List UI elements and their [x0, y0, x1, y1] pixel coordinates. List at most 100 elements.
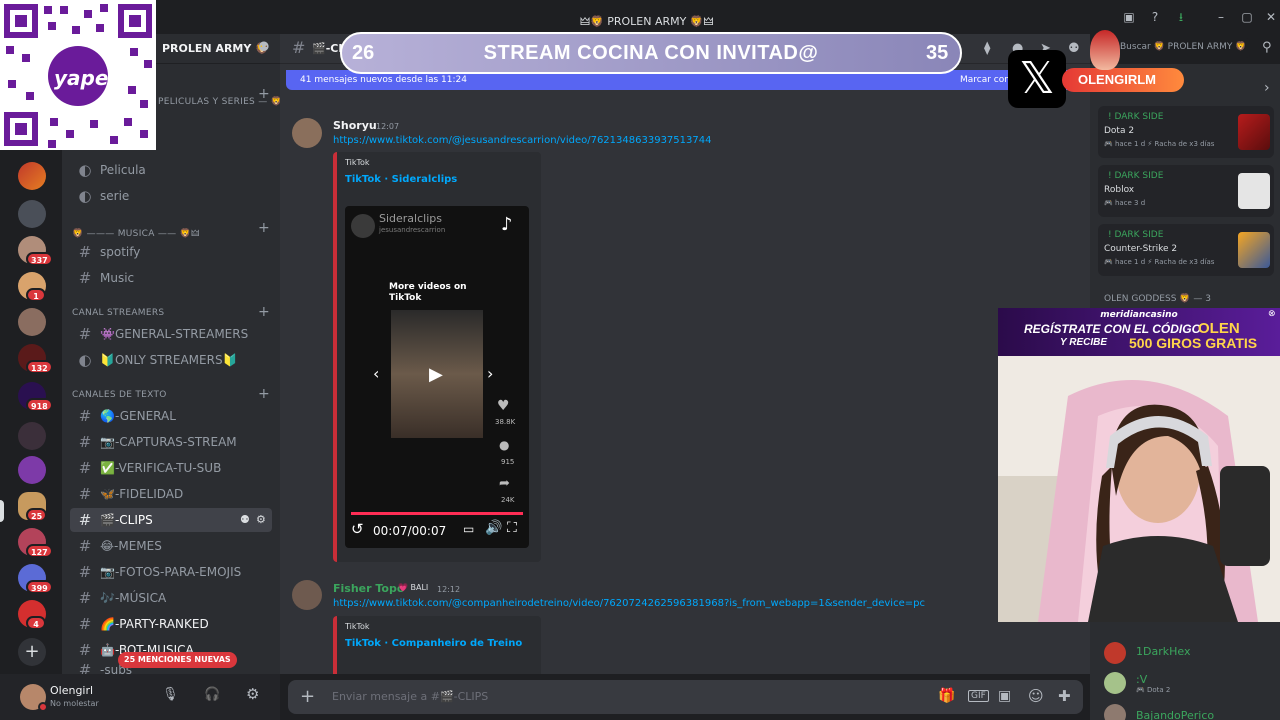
- avatar[interactable]: [1104, 704, 1126, 720]
- members-icon[interactable]: ⚉: [1068, 41, 1080, 56]
- channel-fotos-para-emojis[interactable]: # 📷-FOTOS-PARA-EMOJIS: [70, 560, 272, 584]
- avatar[interactable]: [1104, 672, 1126, 694]
- message-link[interactable]: https://www.tiktok.com/@jesusandrescarri…: [333, 135, 711, 146]
- chevron-right-icon[interactable]: ›: [487, 364, 493, 383]
- channel-verifica-tu-sub[interactable]: # ✅-VERIFICA-TU-SUB: [70, 456, 272, 480]
- plus-icon[interactable]: +: [300, 686, 315, 707]
- tiktok-embed: TikTok TikTok · Companheiro de Treino: [333, 616, 541, 674]
- minimize-icon[interactable]: –: [1214, 10, 1228, 24]
- dnd-status-icon: [38, 702, 48, 712]
- add-channel-icon[interactable]: +: [258, 386, 270, 402]
- channel-memes[interactable]: # 😂-MEMES: [70, 534, 272, 558]
- avatar[interactable]: [292, 118, 322, 148]
- message-author[interactable]: Fisher Topo: [333, 582, 404, 595]
- channel-pelicula[interactable]: ◐ Pelicula: [70, 158, 272, 182]
- server-avatar-6[interactable]: [18, 422, 46, 450]
- share-icon[interactable]: ➦: [499, 476, 510, 491]
- heart-icon[interactable]: ♥: [497, 398, 510, 414]
- help-icon[interactable]: ?: [1148, 10, 1162, 24]
- activity-card[interactable]: ! DARK SIDE Dota 2 🎮 hace 1 d ⚡ Racha de…: [1098, 106, 1274, 158]
- search-icon[interactable]: ⚲: [1262, 40, 1272, 55]
- message-author[interactable]: Shoryu: [333, 119, 377, 132]
- new-messages-text: 41 mensajes nuevos desde las 11:24: [300, 75, 467, 85]
- channel-general[interactable]: # 🌎-GENERAL: [70, 404, 272, 428]
- maximize-icon[interactable]: ▢: [1240, 10, 1254, 24]
- mark-read-button[interactable]: Marcar com: [960, 70, 1013, 90]
- embed-title[interactable]: TikTok · Sideralclips: [345, 174, 457, 185]
- add-channel-icon[interactable]: +: [258, 86, 270, 102]
- discord-window: 🜲🦁 PROLEN ARMY 🦁🜲 ▣ ? ⭳ – ▢ ✕ 337 1 132 …: [0, 0, 1280, 720]
- channel-music[interactable]: # Music: [70, 266, 272, 290]
- role-badge: 💗 BALI: [398, 583, 429, 592]
- play-icon[interactable]: ▶: [429, 364, 443, 385]
- add-server-button[interactable]: +: [18, 638, 46, 666]
- member-name[interactable]: :V: [1136, 673, 1147, 686]
- message-link[interactable]: https://www.tiktok.com/@companheirodetre…: [333, 598, 925, 609]
- sticker-icon[interactable]: ▣: [998, 688, 1011, 704]
- unread-badge: 399: [26, 580, 53, 594]
- settings-gear-icon[interactable]: ⚙: [246, 685, 259, 703]
- tiktok-video-player[interactable]: Sideralclips jesusandrescarrion ♪ More v…: [345, 206, 529, 548]
- apps-icon[interactable]: ✚: [1058, 687, 1071, 705]
- activity-card[interactable]: ! DARK SIDE Roblox 🎮 hace 3 d: [1098, 165, 1274, 217]
- video-progress-track[interactable]: [351, 512, 523, 515]
- channel-general-streamers[interactable]: # 👾GENERAL-STREAMERS: [70, 322, 272, 346]
- channel-fidelidad[interactable]: # 🦋-FIDELIDAD: [70, 482, 272, 506]
- members-heading: OLEN GODDESS 🦁 — 3: [1104, 294, 1211, 304]
- category-canales-de-texto[interactable]: CANALES DE TEXTO: [72, 390, 167, 400]
- member-name[interactable]: BajandoPerico: [1136, 709, 1214, 720]
- replay-icon[interactable]: ↺: [351, 520, 364, 538]
- avatar: [351, 214, 375, 238]
- embed-title[interactable]: TikTok · Companheiro de Treino: [345, 638, 522, 649]
- member-name[interactable]: 1DarkHex: [1136, 645, 1190, 658]
- social-handle: OLENGIRLM: [1062, 68, 1184, 92]
- channel-musica[interactable]: # 🎶-MÚSICA: [70, 586, 272, 610]
- download-icon[interactable]: ⭳: [1174, 10, 1188, 24]
- threads-icon[interactable]: ⧫: [984, 41, 990, 56]
- add-channel-icon[interactable]: +: [258, 220, 270, 236]
- category-canal-streamers[interactable]: CANAL STREAMERS: [72, 308, 164, 318]
- embed-provider: TikTok: [345, 158, 370, 167]
- message-composer[interactable]: + Enviar mensaje a #🎬-CLIPS 🎁 GIF ▣ ☺ ✚: [288, 680, 1083, 714]
- dota2-thumbnail: [1238, 114, 1270, 150]
- volume-icon[interactable]: 🔊: [485, 520, 502, 536]
- mentions-pill[interactable]: 25 MENCIONES NUEVAS: [118, 652, 237, 668]
- close-icon[interactable]: ✕: [1264, 10, 1278, 24]
- channel-only-streamers[interactable]: ◐ 🔰ONLY STREAMERS🔰: [70, 348, 272, 372]
- avatar[interactable]: [292, 580, 322, 610]
- video-thumbnail[interactable]: ▶: [391, 310, 483, 438]
- gear-icon[interactable]: ⚙: [256, 508, 266, 532]
- server-avatar-3[interactable]: [18, 308, 46, 336]
- category-peliculas[interactable]: PELICULAS Y SERIES — 🦁🜲: [158, 92, 291, 110]
- avatar[interactable]: [1104, 642, 1126, 664]
- captions-icon[interactable]: ▭: [463, 522, 474, 536]
- server-avatar-7[interactable]: [18, 456, 46, 484]
- server-dota[interactable]: [18, 162, 46, 190]
- comment-count: 915: [501, 458, 515, 466]
- gift-icon[interactable]: 🎁: [938, 688, 955, 704]
- banner-right-number: 35: [926, 42, 949, 64]
- close-icon[interactable]: ⊗: [1268, 309, 1276, 319]
- comment-icon[interactable]: ●: [499, 438, 509, 452]
- ad-offer: 500 GIROS GRATIS: [1129, 335, 1258, 351]
- headphones-icon[interactable]: 🎧: [204, 687, 220, 702]
- fullscreen-icon[interactable]: ⛶: [507, 520, 517, 536]
- channel-party-ranked[interactable]: # 🌈-PARTY-RANKED: [70, 612, 272, 636]
- chevron-right-icon[interactable]: ›: [1264, 80, 1270, 96]
- chevron-left-icon[interactable]: ‹: [373, 364, 379, 383]
- add-member-icon[interactable]: ⚉: [240, 508, 250, 532]
- gif-icon[interactable]: GIF: [968, 690, 989, 702]
- add-channel-icon[interactable]: +: [258, 304, 270, 320]
- channel-clips[interactable]: # 🎬-CLIPS ⚉ ⚙: [70, 508, 272, 532]
- inbox-icon[interactable]: ▣: [1122, 10, 1136, 24]
- webcam-overlay: meridiancasino REGÍSTRATE CON EL CÓDIGO …: [998, 308, 1280, 622]
- channel-capturas-stream[interactable]: # 📷-CAPTURAS-STREAM: [70, 430, 272, 454]
- emoji-icon[interactable]: ☺: [1028, 687, 1044, 705]
- add-member-icon[interactable]: ⚉: [258, 40, 270, 55]
- voice-icon: ◐: [78, 351, 92, 369]
- server-wings[interactable]: [18, 200, 46, 228]
- channel-serie[interactable]: ◐ serie: [70, 184, 272, 208]
- activity-card[interactable]: ! DARK SIDE Counter-Strike 2 🎮 hace 1 d …: [1098, 224, 1274, 276]
- microphone-icon[interactable]: 🎙: [162, 687, 179, 702]
- channel-spotify[interactable]: # spotify: [70, 240, 272, 264]
